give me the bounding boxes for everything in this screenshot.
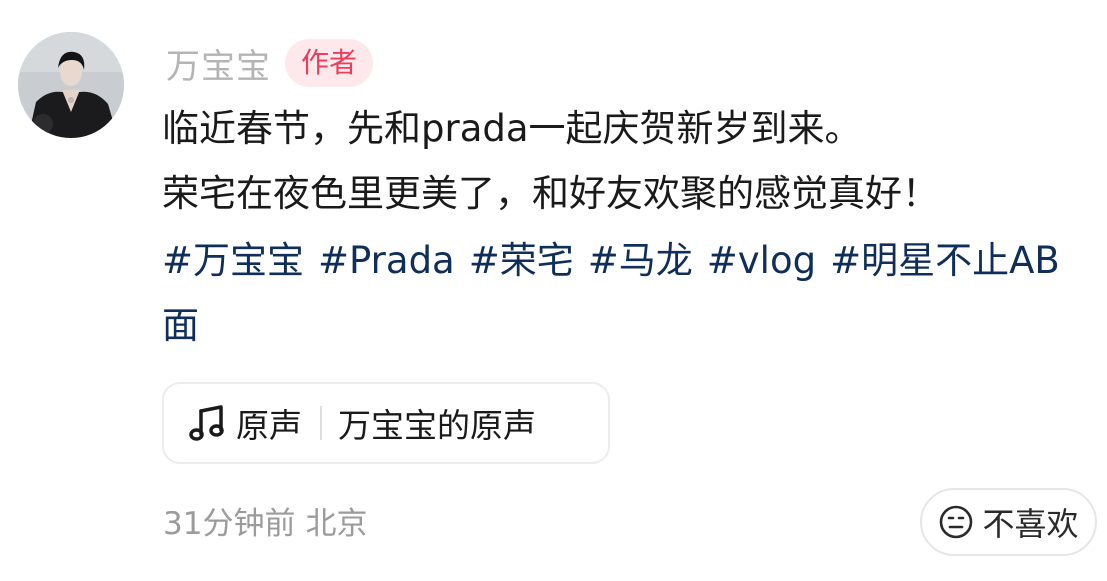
- post-text: 临近春节，先和prada一起庆贺新岁到来。 荣宅在夜色里更美了，和好友欢聚的感觉…: [162, 96, 1097, 226]
- avatar-photo: [18, 32, 124, 138]
- hashtag-link[interactable]: #马龙: [588, 239, 693, 282]
- hashtag-link[interactable]: #Prada: [318, 239, 455, 282]
- post-line: 荣宅在夜色里更美了，和好友欢聚的感觉真好！: [162, 172, 939, 215]
- post-location: 北京: [305, 506, 368, 542]
- divider: [320, 406, 322, 440]
- music-card[interactable]: 原声 万宝宝的原声: [162, 382, 610, 464]
- music-label: 原声: [236, 406, 302, 445]
- dislike-label: 不喜欢: [982, 505, 1079, 543]
- hashtag-link[interactable]: #荣宅: [469, 239, 574, 282]
- comment-card: 万宝宝 作者 临近春节，先和prada一起庆贺新岁到来。 荣宅在夜色里更美了，和…: [0, 0, 1107, 581]
- frown-face-icon: [940, 505, 973, 539]
- comment-header: 万宝宝 作者: [166, 36, 374, 90]
- dislike-button[interactable]: 不喜欢: [920, 488, 1097, 556]
- hashtag-link[interactable]: #vlog: [707, 239, 816, 282]
- post-time: 31分钟前: [163, 506, 296, 542]
- hashtag-link[interactable]: #万宝宝: [162, 239, 304, 282]
- hashtag-list: #万宝宝 #Prada #荣宅 #马龙 #vlog #明星不止AB面: [162, 228, 1102, 358]
- music-note-icon: [189, 405, 224, 441]
- avatar[interactable]: [18, 32, 124, 138]
- author-badge: 作者: [285, 39, 374, 87]
- author-name[interactable]: 万宝宝: [166, 39, 271, 88]
- post-line: 临近春节，先和prada一起庆贺新岁到来。: [162, 107, 862, 150]
- music-title: 万宝宝的原声: [338, 406, 536, 445]
- post-meta: 31分钟前 北京: [163, 502, 367, 546]
